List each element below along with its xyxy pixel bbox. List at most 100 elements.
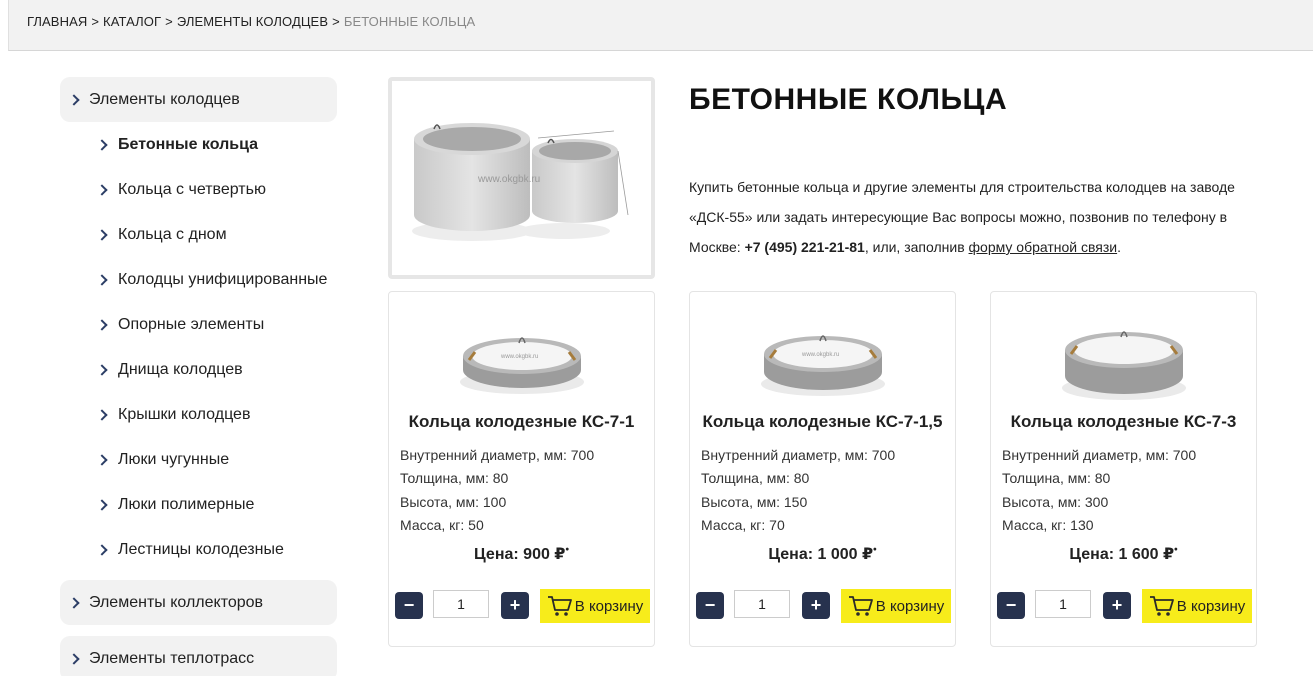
watermark-text: www.okgbk.ru (801, 352, 839, 358)
sidebar-item-well-covers[interactable]: Крышки колодцев (96, 392, 337, 437)
chevron-right-icon (96, 183, 108, 196)
sidebar-item-label: Лестницы колодезные (118, 540, 284, 558)
price-value: Цена: 1 600 ₽ (1069, 546, 1175, 563)
phone-number[interactable]: +7 (495) 221-21-81 (745, 239, 865, 255)
product-title[interactable]: Кольца колодезные КС-7-1 (389, 412, 654, 432)
quantity-input[interactable] (433, 590, 489, 618)
spec-mass: Масса, кг: 70 (701, 516, 785, 533)
product-image (1062, 331, 1186, 400)
breadcrumb-bar: ГЛАВНАЯ > КАТАЛОГ > ЭЛЕМЕНТЫ КОЛОДЦЕВ > БЕТОНН… (8, 0, 1313, 51)
chevron-right-icon (96, 408, 108, 421)
product-card: Кольца колодезные КС-7-3 Внутренний диам… (990, 291, 1257, 647)
cart-icon (547, 596, 572, 616)
sidebar-group-collector-elements[interactable]: Элементы коллекторов (60, 580, 337, 625)
add-to-cart-label: В корзину (1176, 597, 1246, 615)
spec-mass: Масса, кг: 130 (1002, 516, 1094, 533)
category-image: www.okgbk.ru (388, 77, 655, 279)
product-specs: Внутренний диаметр, мм: 700 Толщина, мм:… (1002, 444, 1196, 537)
product-price: Цена: 900 ₽• (389, 544, 654, 564)
sidebar-item-well-ladders[interactable]: Лестницы колодезные (96, 527, 337, 572)
product-specs: Внутренний диаметр, мм: 700 Толщина, мм:… (701, 444, 895, 537)
product-title[interactable]: Кольца колодезные КС-7-3 (991, 412, 1256, 432)
sidebar-item-label: Опорные элементы (118, 315, 265, 333)
add-to-cart-button[interactable]: В корзину (1142, 589, 1252, 623)
chevron-right-icon (96, 273, 108, 286)
breadcrumb-well-elements-link[interactable]: ЭЛЕМЕНТЫ КОЛОДЦЕВ (177, 14, 328, 29)
chevron-right-icon (68, 93, 80, 106)
spec-thickness: Толщина, мм: 80 (400, 470, 509, 487)
price-value: Цена: 1 000 ₽ (768, 546, 874, 563)
sidebar-item-cast-iron-hatches[interactable]: Люки чугунные (96, 437, 337, 482)
sidebar-item-rings-quarter[interactable]: Кольца с четвертью (96, 167, 337, 212)
increase-quantity-button[interactable]: + (802, 592, 830, 619)
sidebar-item-label: Люки полимерные (118, 495, 255, 513)
intro-text: Купить бетонные кольца и другие элементы… (689, 172, 1249, 262)
price-asterisk: • (873, 544, 877, 556)
spec-height: Высота, мм: 300 (1002, 493, 1109, 510)
sidebar-item-label: Кольца с дном (118, 225, 227, 243)
page-title: БЕТОННЫЕ КОЛЬЦА (689, 83, 1008, 116)
sidebar-group-heating-elements[interactable]: Элементы теплотрасс (60, 636, 337, 676)
add-to-cart-button[interactable]: В корзину (841, 589, 951, 623)
decrease-quantity-button[interactable]: − (696, 592, 724, 619)
spec-height: Высота, мм: 100 (400, 493, 507, 510)
breadcrumb-current: БЕТОННЫЕ КОЛЬЦА (343, 14, 476, 29)
sidebar-group-label: Элементы колодцев (89, 90, 240, 108)
intro-part2: , или, заполнив (864, 239, 969, 255)
sidebar-item-polymer-hatches[interactable]: Люки полимерные (96, 482, 337, 527)
product-title[interactable]: Кольца колодезные КС-7-1,5 (690, 412, 955, 432)
decrease-quantity-button[interactable]: − (395, 592, 423, 619)
chevron-right-icon (96, 363, 108, 376)
sidebar-item-unified-wells[interactable]: Колодцы унифицированные (96, 257, 337, 302)
product-price: Цена: 1 000 ₽• (690, 544, 955, 564)
add-to-cart-button[interactable]: В корзину (540, 589, 650, 623)
spec-thickness: Толщина, мм: 80 (1002, 470, 1111, 487)
chevron-right-icon (96, 498, 108, 511)
breadcrumb-separator: > (91, 14, 100, 29)
price-value: Цена: 900 ₽ (474, 546, 566, 563)
increase-quantity-button[interactable]: + (1103, 592, 1131, 619)
quantity-controls: − + В корзину (395, 589, 650, 623)
quantity-input[interactable] (734, 590, 790, 618)
sidebar-sublist: Бетонные кольца Кольца с четвертью Кольц… (60, 122, 337, 572)
product-specs: Внутренний диаметр, мм: 700 Толщина, мм:… (400, 444, 594, 537)
spec-height: Высота, мм: 150 (701, 493, 808, 510)
sidebar-item-label: Люки чугунные (118, 450, 230, 468)
sidebar-item-label: Бетонные кольца (118, 135, 259, 153)
price-asterisk: • (1174, 544, 1178, 556)
quantity-controls: − + В корзину (997, 589, 1252, 623)
decrease-quantity-button[interactable]: − (997, 592, 1025, 619)
sidebar-group-label: Элементы теплотрасс (89, 649, 255, 667)
watermark-text: www.okgbk.ru (477, 174, 540, 185)
chevron-right-icon (96, 138, 108, 151)
quantity-controls: − + В корзину (696, 589, 951, 623)
sidebar-item-label: Крышки колодцев (118, 405, 251, 423)
feedback-form-link[interactable]: форму обратной связи (969, 239, 1118, 255)
sidebar-item-support-elements[interactable]: Опорные элементы (96, 302, 337, 347)
price-asterisk: • (565, 544, 569, 556)
add-to-cart-label: В корзину (875, 597, 945, 615)
breadcrumb-home-link[interactable]: ГЛАВНАЯ (27, 14, 87, 29)
intro-part3: . (1117, 239, 1121, 255)
sidebar-group-label: Элементы коллекторов (89, 593, 264, 611)
sidebar-item-label: Кольца с четвертью (118, 180, 266, 198)
sidebar-item-rings-bottom[interactable]: Кольца с дном (96, 212, 337, 257)
sidebar-item-label: Днища колодцев (118, 360, 243, 378)
spec-inner-diameter: Внутренний диаметр, мм: 700 (400, 447, 595, 463)
breadcrumb-separator: > (332, 14, 340, 29)
quantity-input[interactable] (1035, 590, 1091, 618)
sidebar-item-well-bottoms[interactable]: Днища колодцев (96, 347, 337, 392)
spec-thickness: Толщина, мм: 80 (701, 470, 810, 487)
sidebar: Элементы колодцев Бетонные кольца Кольца… (60, 77, 337, 676)
sidebar-item-concrete-rings[interactable]: Бетонные кольца (96, 122, 337, 167)
cart-icon (848, 596, 873, 616)
chevron-right-icon (96, 228, 108, 241)
product-card: www.okgbk.ru Кольца колодезные КС-7-1,5 … (689, 291, 956, 647)
sidebar-group-well-elements[interactable]: Элементы колодцев (60, 77, 337, 122)
add-to-cart-label: В корзину (574, 597, 644, 615)
concrete-rings-image: www.okgbk.ru (412, 123, 629, 241)
increase-quantity-button[interactable]: + (501, 592, 529, 619)
breadcrumb-catalog-link[interactable]: КАТАЛОГ (103, 14, 161, 29)
chevron-right-icon (96, 543, 108, 556)
chevron-right-icon (96, 453, 108, 466)
